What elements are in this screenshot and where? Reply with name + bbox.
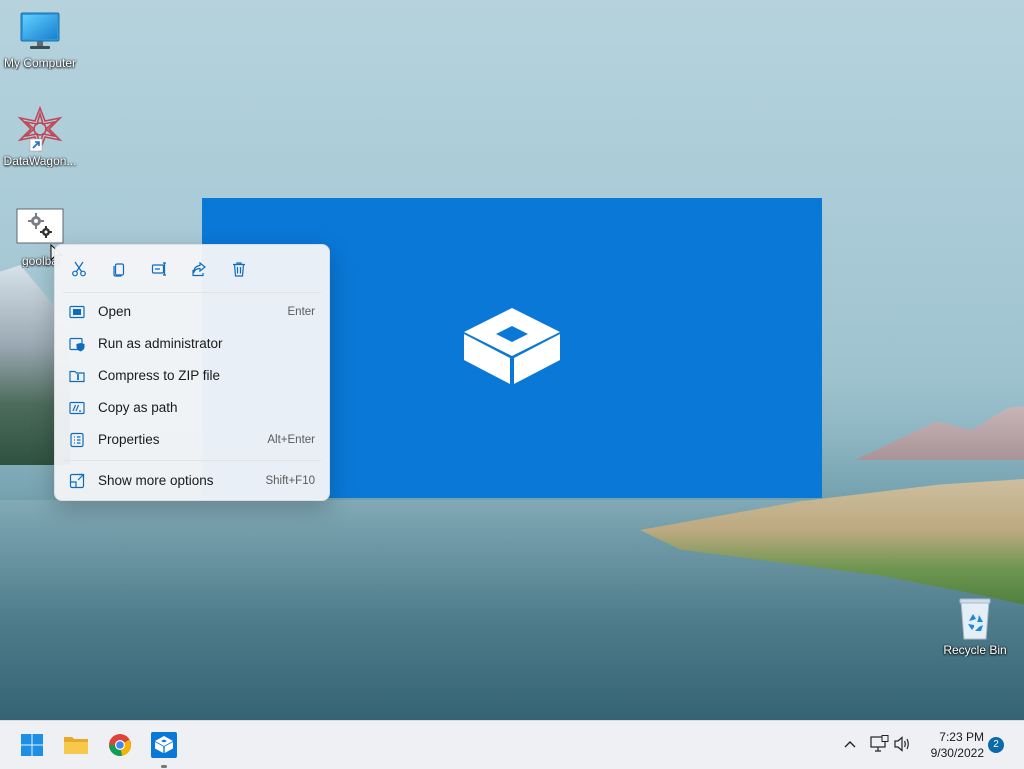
desktop-icon-recycle-bin[interactable]: Recycle Bin — [935, 597, 1015, 657]
copy-icon — [113, 263, 125, 277]
context-menu: Open Enter Run as administrator Compress… — [54, 244, 330, 501]
menu-item-properties[interactable]: Properties Alt+Enter — [59, 425, 325, 455]
sandbox-logo-icon — [464, 308, 560, 384]
desktop-icon-my-computer[interactable]: My Computer — [0, 10, 80, 70]
menu-item-label: Copy as path — [98, 400, 178, 415]
show-more-icon — [69, 473, 85, 489]
desktop-icon-datawagon[interactable]: DataWagon... — [0, 105, 80, 168]
menu-item-shortcut: Alt+Enter — [267, 434, 315, 446]
rename-icon — [151, 262, 166, 276]
menu-divider — [63, 460, 321, 461]
share-icon — [192, 261, 206, 277]
windows-start-icon — [21, 734, 43, 756]
open-icon — [69, 305, 85, 319]
menu-item-label: Properties — [98, 432, 160, 447]
menu-item-open[interactable]: Open Enter — [59, 297, 325, 327]
chevron-up-icon[interactable] — [843, 738, 857, 750]
menu-item-run-as-administrator[interactable]: Run as administrator — [59, 329, 325, 359]
notification-badge[interactable]: 2 — [988, 737, 1004, 753]
menu-item-shortcut: Enter — [287, 306, 316, 318]
start-button[interactable] — [16, 729, 48, 761]
delete-icon — [233, 262, 245, 277]
settings-file-icon — [16, 208, 64, 244]
wallpaper-mountain — [855, 405, 1024, 460]
taskbar: 7:23 PM 9/30/2022 2 — [0, 720, 1024, 769]
monitor-icon — [18, 10, 62, 54]
cut-button[interactable] — [66, 258, 92, 280]
menu-item-compress-zip[interactable]: Compress to ZIP file — [59, 361, 325, 391]
rename-button[interactable] — [146, 258, 172, 280]
recycle-bin-icon — [955, 597, 995, 641]
copy-button[interactable] — [106, 258, 132, 280]
volume-icon[interactable] — [893, 735, 913, 753]
taskbar-sandbox-app[interactable] — [148, 729, 180, 761]
menu-item-label: Open — [98, 304, 132, 319]
menu-divider — [63, 292, 321, 293]
context-menu-quick-actions — [55, 245, 329, 291]
desktop: My Computer DataWagon... goolba Recycle … — [0, 0, 1024, 720]
sandbox-app-icon — [151, 732, 177, 758]
menu-item-shortcut: Shift+F10 — [265, 475, 315, 487]
clock-time: 7:23 PM — [939, 730, 984, 744]
desktop-icon-label: DataWagon... — [3, 154, 77, 168]
menu-item-label: Show more options — [98, 473, 214, 488]
taskbar-chrome[interactable] — [104, 729, 136, 761]
shield-icon — [69, 337, 85, 352]
desktop-icon-label: My Computer — [3, 56, 77, 70]
network-icon[interactable] — [869, 735, 889, 753]
share-button[interactable] — [186, 258, 212, 280]
taskbar-file-explorer[interactable] — [60, 729, 92, 761]
cut-icon — [72, 261, 86, 277]
menu-item-copy-as-path[interactable]: Copy as path — [59, 393, 325, 423]
zip-folder-icon — [69, 370, 85, 383]
properties-icon — [70, 432, 84, 448]
desktop-icon-label: Recycle Bin — [943, 643, 1007, 657]
menu-item-show-more-options[interactable]: Show more options Shift+F10 — [59, 466, 325, 496]
menu-item-label: Run as administrator — [98, 336, 223, 351]
delete-button[interactable] — [226, 258, 252, 280]
copy-path-icon — [69, 401, 85, 415]
clock-date: 9/30/2022 — [930, 746, 984, 760]
chrome-icon — [109, 734, 131, 756]
system-clock[interactable]: 7:23 PM 9/30/2022 — [918, 729, 984, 761]
folder-icon — [64, 737, 88, 754]
menu-item-label: Compress to ZIP file — [98, 368, 221, 383]
datawagon-app-icon — [16, 105, 64, 153]
